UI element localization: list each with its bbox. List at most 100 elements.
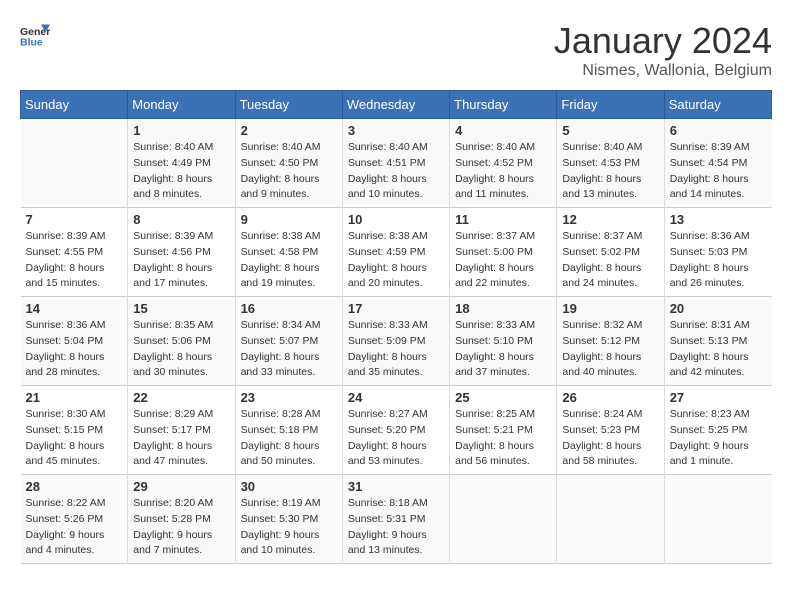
- day-number: 27: [670, 390, 767, 405]
- logo: General Blue: [20, 20, 50, 50]
- calendar-cell: 15 Sunrise: 8:35 AMSunset: 5:06 PMDayligh…: [128, 297, 235, 386]
- day-number: 8: [133, 212, 229, 227]
- day-number: 9: [241, 212, 337, 227]
- calendar-cell: 28 Sunrise: 8:22 AMSunset: 5:26 PMDayligh…: [21, 475, 128, 564]
- day-number: 13: [670, 212, 767, 227]
- day-number: 3: [348, 123, 444, 138]
- day-info: Sunrise: 8:36 AMSunset: 5:04 PMDaylight:…: [26, 318, 123, 381]
- day-number: 21: [26, 390, 123, 405]
- day-info: Sunrise: 8:24 AMSunset: 5:23 PMDaylight:…: [562, 407, 658, 470]
- day-number: 4: [455, 123, 551, 138]
- day-info: Sunrise: 8:37 AMSunset: 5:00 PMDaylight:…: [455, 229, 551, 292]
- calendar-cell: 1 Sunrise: 8:40 AMSunset: 4:49 PMDaylight…: [128, 119, 235, 208]
- day-info: Sunrise: 8:40 AMSunset: 4:49 PMDaylight:…: [133, 140, 229, 203]
- day-info: Sunrise: 8:32 AMSunset: 5:12 PMDaylight:…: [562, 318, 658, 381]
- day-info: Sunrise: 8:40 AMSunset: 4:53 PMDaylight:…: [562, 140, 658, 203]
- calendar-cell: 11Sunrise: 8:37 AMSunset: 5:00 PMDayligh…: [450, 208, 557, 297]
- day-info: Sunrise: 8:25 AMSunset: 5:21 PMDaylight:…: [455, 407, 551, 470]
- calendar-cell: 22 Sunrise: 8:29 AMSunset: 5:17 PMDayligh…: [128, 386, 235, 475]
- day-number: 25: [455, 390, 551, 405]
- day-number: 2: [241, 123, 337, 138]
- day-number: 19: [562, 301, 658, 316]
- day-number: 10: [348, 212, 444, 227]
- calendar-cell: 29Sunrise: 8:20 AMSunset: 5:28 PMDayligh…: [128, 475, 235, 564]
- day-info: Sunrise: 8:19 AMSunset: 5:30 PMDaylight:…: [241, 496, 337, 559]
- location-subtitle: Nismes, Wallonia, Belgium: [554, 62, 772, 80]
- day-number: 7: [26, 212, 123, 227]
- day-number: 24: [348, 390, 444, 405]
- day-info: Sunrise: 8:38 AMSunset: 4:58 PMDaylight:…: [241, 229, 337, 292]
- day-info: Sunrise: 8:33 AMSunset: 5:10 PMDaylight:…: [455, 318, 551, 381]
- calendar-cell: [21, 119, 128, 208]
- calendar-cell: 31Sunrise: 8:18 AMSunset: 5:31 PMDayligh…: [342, 475, 449, 564]
- day-number: 5: [562, 123, 658, 138]
- calendar-cell: 2 Sunrise: 8:40 AMSunset: 4:50 PMDaylight…: [235, 119, 342, 208]
- weekday-header-monday: Monday: [128, 91, 235, 119]
- page-header: General Blue January 2024 Nismes, Wallon…: [20, 20, 772, 80]
- day-info: Sunrise: 8:28 AMSunset: 5:18 PMDaylight:…: [241, 407, 337, 470]
- calendar-cell: 13 Sunrise: 8:36 AMSunset: 5:03 PMDayligh…: [664, 208, 771, 297]
- weekday-header-thursday: Thursday: [450, 91, 557, 119]
- calendar-cell: 19 Sunrise: 8:32 AMSunset: 5:12 PMDayligh…: [557, 297, 664, 386]
- calendar-cell: 8 Sunrise: 8:39 AMSunset: 4:56 PMDaylight…: [128, 208, 235, 297]
- calendar-cell: 18 Sunrise: 8:33 AMSunset: 5:10 PMDayligh…: [450, 297, 557, 386]
- calendar-cell: 14Sunrise: 8:36 AMSunset: 5:04 PMDayligh…: [21, 297, 128, 386]
- calendar-cell: 24Sunrise: 8:27 AMSunset: 5:20 PMDayligh…: [342, 386, 449, 475]
- calendar-cell: 27 Sunrise: 8:23 AMSunset: 5:25 PMDayligh…: [664, 386, 771, 475]
- day-info: Sunrise: 8:33 AMSunset: 5:09 PMDaylight:…: [348, 318, 444, 381]
- weekday-header-tuesday: Tuesday: [235, 91, 342, 119]
- weekday-header-saturday: Saturday: [664, 91, 771, 119]
- calendar-cell: 17Sunrise: 8:33 AMSunset: 5:09 PMDayligh…: [342, 297, 449, 386]
- calendar-cell: [664, 475, 771, 564]
- month-title: January 2024: [554, 20, 772, 62]
- day-number: 31: [348, 479, 444, 494]
- calendar-cell: 20 Sunrise: 8:31 AMSunset: 5:13 PMDayligh…: [664, 297, 771, 386]
- day-info: Sunrise: 8:31 AMSunset: 5:13 PMDaylight:…: [670, 318, 767, 381]
- day-number: 15: [133, 301, 229, 316]
- day-info: Sunrise: 8:40 AMSunset: 4:51 PMDaylight:…: [348, 140, 444, 203]
- day-number: 30: [241, 479, 337, 494]
- calendar-cell: 10 Sunrise: 8:38 AMSunset: 4:59 PMDayligh…: [342, 208, 449, 297]
- calendar-week-row: 1 Sunrise: 8:40 AMSunset: 4:49 PMDaylight…: [21, 119, 772, 208]
- day-info: Sunrise: 8:40 AMSunset: 4:50 PMDaylight:…: [241, 140, 337, 203]
- day-number: 26: [562, 390, 658, 405]
- calendar-cell: 26 Sunrise: 8:24 AMSunset: 5:23 PMDayligh…: [557, 386, 664, 475]
- svg-text:Blue: Blue: [20, 37, 43, 49]
- day-number: 22: [133, 390, 229, 405]
- day-info: Sunrise: 8:29 AMSunset: 5:17 PMDaylight:…: [133, 407, 229, 470]
- day-number: 12: [562, 212, 658, 227]
- calendar-week-row: 21 Sunrise: 8:30 AMSunset: 5:15 PMDayligh…: [21, 386, 772, 475]
- day-info: Sunrise: 8:35 AMSunset: 5:06 PMDaylight:…: [133, 318, 229, 381]
- calendar-cell: 30 Sunrise: 8:19 AMSunset: 5:30 PMDayligh…: [235, 475, 342, 564]
- calendar-cell: 6Sunrise: 8:39 AMSunset: 4:54 PMDaylight…: [664, 119, 771, 208]
- day-info: Sunrise: 8:30 AMSunset: 5:15 PMDaylight:…: [26, 407, 123, 470]
- day-info: Sunrise: 8:36 AMSunset: 5:03 PMDaylight:…: [670, 229, 767, 292]
- day-info: Sunrise: 8:39 AMSunset: 4:56 PMDaylight:…: [133, 229, 229, 292]
- calendar-cell: 25 Sunrise: 8:25 AMSunset: 5:21 PMDayligh…: [450, 386, 557, 475]
- weekday-header-friday: Friday: [557, 91, 664, 119]
- calendar-cell: 21 Sunrise: 8:30 AMSunset: 5:15 PMDayligh…: [21, 386, 128, 475]
- day-info: Sunrise: 8:23 AMSunset: 5:25 PMDaylight:…: [670, 407, 767, 470]
- calendar-cell: 16Sunrise: 8:34 AMSunset: 5:07 PMDayligh…: [235, 297, 342, 386]
- day-number: 1: [133, 123, 229, 138]
- weekday-header-row: SundayMondayTuesdayWednesdayThursdayFrid…: [21, 91, 772, 119]
- day-number: 20: [670, 301, 767, 316]
- day-info: Sunrise: 8:20 AMSunset: 5:28 PMDaylight:…: [133, 496, 229, 559]
- day-info: Sunrise: 8:37 AMSunset: 5:02 PMDaylight:…: [562, 229, 658, 292]
- logo-icon: General Blue: [20, 20, 50, 50]
- day-number: 23: [241, 390, 337, 405]
- calendar-week-row: 14Sunrise: 8:36 AMSunset: 5:04 PMDayligh…: [21, 297, 772, 386]
- calendar-week-row: 28 Sunrise: 8:22 AMSunset: 5:26 PMDayligh…: [21, 475, 772, 564]
- calendar-cell: [450, 475, 557, 564]
- day-info: Sunrise: 8:22 AMSunset: 5:26 PMDaylight:…: [26, 496, 123, 559]
- title-block: January 2024 Nismes, Wallonia, Belgium: [554, 20, 772, 80]
- day-number: 28: [26, 479, 123, 494]
- day-info: Sunrise: 8:38 AMSunset: 4:59 PMDaylight:…: [348, 229, 444, 292]
- day-number: 18: [455, 301, 551, 316]
- day-info: Sunrise: 8:34 AMSunset: 5:07 PMDaylight:…: [241, 318, 337, 381]
- weekday-header-wednesday: Wednesday: [342, 91, 449, 119]
- calendar-week-row: 7Sunrise: 8:39 AMSunset: 4:55 PMDaylight…: [21, 208, 772, 297]
- calendar-cell: 7Sunrise: 8:39 AMSunset: 4:55 PMDaylight…: [21, 208, 128, 297]
- day-info: Sunrise: 8:39 AMSunset: 4:54 PMDaylight:…: [670, 140, 767, 203]
- calendar-cell: 4Sunrise: 8:40 AMSunset: 4:52 PMDaylight…: [450, 119, 557, 208]
